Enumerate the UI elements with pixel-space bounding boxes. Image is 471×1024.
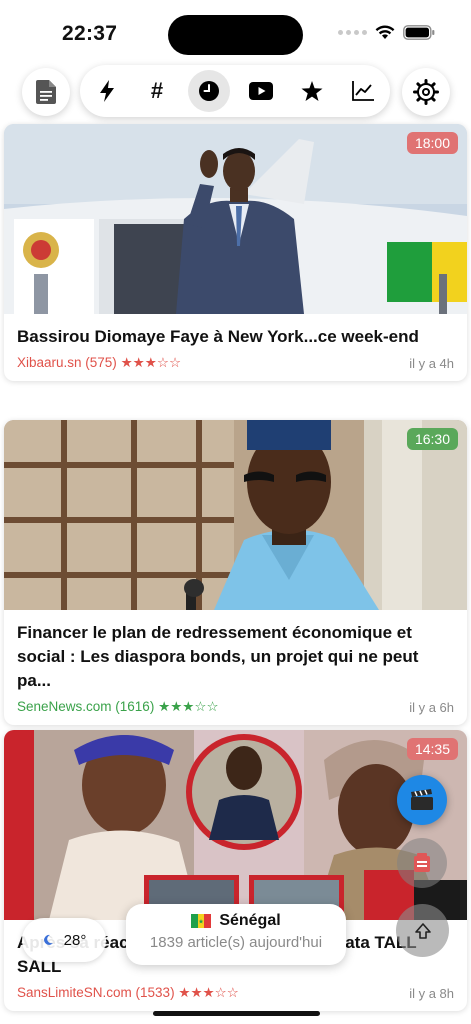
status-time: 22:37	[62, 22, 118, 45]
settings-icon	[413, 79, 439, 105]
tab-favorites[interactable]	[291, 70, 333, 112]
settings-button[interactable]	[402, 68, 450, 116]
time-badge: 16:30	[406, 428, 458, 450]
document-button[interactable]	[22, 68, 70, 116]
hashtag-icon: #	[150, 78, 164, 103]
lightning-icon	[100, 80, 114, 102]
article-card[interactable]: 16:30 Financer le plan de redressement é…	[4, 420, 467, 725]
scroll-top-button[interactable]	[396, 904, 449, 957]
home-indicator[interactable]	[153, 1011, 320, 1016]
tab-videos[interactable]	[240, 70, 282, 112]
wifi-icon	[375, 25, 395, 39]
app-screen: 22:37 # 18:00 Bassirou Diomaye Faye à Ne…	[0, 0, 471, 1024]
status-bar: 22:37	[0, 0, 471, 64]
article-title[interactable]: Financer le plan de redressement économi…	[17, 621, 454, 693]
source-name: Xibaaru.sn (575)	[17, 355, 117, 370]
moon-icon	[43, 934, 53, 945]
article-title[interactable]: Bassirou Diomaye Faye à New York...ce we…	[17, 325, 454, 349]
article-body: Financer le plan de redressement économi…	[4, 610, 467, 725]
category-tabs: #	[80, 65, 390, 117]
photo-politician-portrait	[4, 420, 467, 610]
article-card[interactable]: 18:00 Bassirou Diomaye Faye à New York..…	[4, 124, 467, 381]
article-age: il y a 4h	[409, 355, 454, 371]
article-image[interactable]: 14:35	[4, 730, 467, 920]
top-toolbar: #	[0, 64, 471, 120]
battery-icon	[403, 25, 435, 40]
article-image[interactable]: 18:00	[4, 124, 467, 314]
tab-stats[interactable]	[342, 70, 384, 112]
article-meta: Xibaaru.sn (575) ★★★☆☆ il y a 4h	[17, 355, 454, 381]
source-name: SansLimiteSN.com (1533)	[17, 985, 175, 1000]
tab-flash[interactable]	[86, 70, 128, 112]
clock-icon	[199, 81, 219, 101]
dynamic-island	[168, 15, 303, 55]
source-name: SeneNews.com (1616)	[17, 699, 155, 714]
country-label: Sénégal	[126, 912, 346, 930]
article-age: il y a 6h	[409, 699, 454, 715]
tab-recent[interactable]	[188, 70, 230, 112]
article-meta: SansLimiteSN.com (1533) ★★★☆☆ il y a 8h	[17, 985, 454, 1011]
video-button[interactable]	[397, 775, 447, 825]
star-icon	[301, 80, 323, 101]
photo-president-plane	[4, 124, 467, 314]
time-badge: 14:35	[406, 738, 458, 760]
article-meta: SeneNews.com (1616) ★★★☆☆ il y a 6h	[17, 699, 454, 725]
tab-hashtag[interactable]: #	[136, 70, 178, 112]
document-icon	[36, 80, 56, 104]
news-button[interactable]	[397, 838, 447, 888]
article-body: Bassirou Diomaye Faye à New York...ce we…	[4, 314, 467, 381]
youtube-icon	[249, 82, 273, 100]
photo-tv-collage	[4, 730, 467, 920]
country-selector[interactable]: Sénégal 1839 article(s) aujourd'hui	[126, 904, 346, 965]
status-icons	[338, 25, 435, 40]
country-name: Sénégal	[219, 912, 281, 929]
article-source[interactable]: SeneNews.com (1616) ★★★☆☆	[17, 699, 219, 715]
weather-widget[interactable]: 28°	[22, 918, 106, 962]
rating-stars: ★★★☆☆	[120, 355, 182, 370]
article-image[interactable]: 16:30	[4, 420, 467, 610]
time-badge: 18:00	[406, 132, 458, 154]
signal-icon	[338, 30, 367, 35]
clapperboard-icon	[411, 789, 433, 810]
article-age: il y a 8h	[409, 985, 454, 1001]
article-source[interactable]: Xibaaru.sn (575) ★★★☆☆	[17, 355, 181, 371]
newspaper-icon	[414, 853, 430, 872]
article-count: 1839 article(s) aujourd'hui	[149, 934, 323, 951]
rating-stars: ★★★☆☆	[158, 699, 219, 714]
rating-stars: ★★★☆☆	[178, 985, 239, 1000]
senegal-flag-icon	[191, 914, 212, 928]
arrow-up-icon	[414, 922, 431, 939]
weather-temperature: 28°	[63, 931, 87, 949]
chart-icon	[352, 81, 374, 101]
article-source[interactable]: SansLimiteSN.com (1533) ★★★☆☆	[17, 985, 239, 1001]
